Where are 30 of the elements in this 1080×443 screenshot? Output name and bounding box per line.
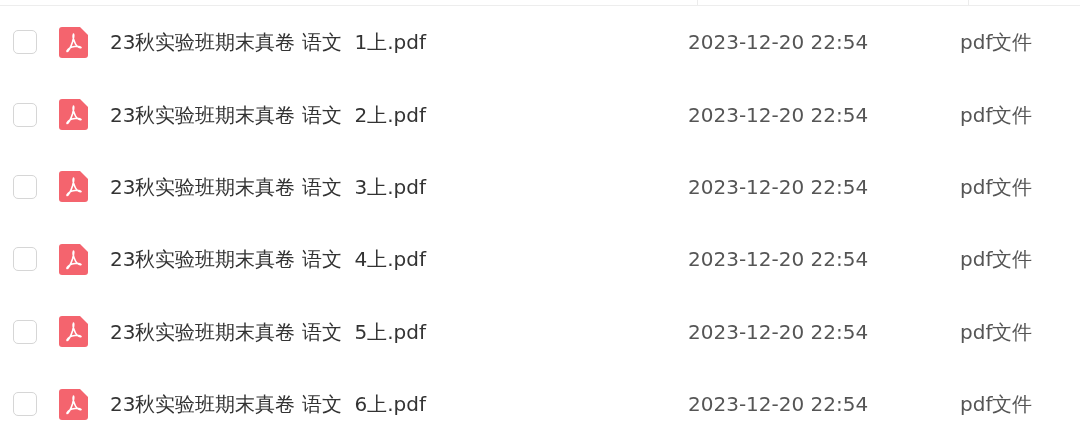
modified-date: 2023-12-20 22:54 [688, 318, 870, 346]
file-name[interactable]: 23秋实验班期末真卷 语文 4上.pdf [110, 244, 670, 275]
file-name[interactable]: 23秋实验班期末真卷 语文 2上.pdf [110, 99, 670, 130]
checkbox[interactable] [13, 30, 37, 55]
file-type: pdf文件 [960, 246, 1033, 274]
checkbox[interactable] [13, 247, 37, 272]
checkbox[interactable] [13, 174, 37, 199]
pdf-file-icon [59, 316, 88, 348]
pdf-file-icon [59, 388, 88, 420]
modified-date: 2023-12-20 22:54 [688, 246, 870, 274]
checkbox[interactable] [13, 392, 37, 417]
pdf-file-icon [59, 171, 88, 203]
file-name[interactable]: 23秋实验班期末真卷 语文 6上.pdf [110, 389, 670, 420]
file-type: pdf文件 [960, 391, 1033, 419]
file-type: pdf文件 [960, 173, 1033, 201]
file-type: pdf文件 [960, 101, 1033, 129]
file-name[interactable]: 23秋实验班期末真卷 语文 5上.pdf [110, 316, 670, 347]
pdf-file-icon [59, 243, 88, 275]
checkbox[interactable] [13, 319, 37, 344]
file-name[interactable]: 23秋实验班期末真卷 语文 1上.pdf [110, 27, 670, 58]
modified-date: 2023-12-20 22:54 [688, 101, 870, 129]
pdf-file-icon [59, 26, 88, 58]
pdf-file-icon [59, 99, 88, 131]
file-type: pdf文件 [960, 318, 1033, 346]
checkbox[interactable] [13, 102, 37, 127]
modified-date: 2023-12-20 22:54 [688, 391, 870, 419]
modified-date: 2023-12-20 22:54 [688, 29, 870, 57]
file-name[interactable]: 23秋实验班期末真卷 语文 3上.pdf [110, 171, 670, 202]
modified-date: 2023-12-20 22:54 [688, 173, 870, 201]
file-type: pdf文件 [960, 29, 1033, 57]
